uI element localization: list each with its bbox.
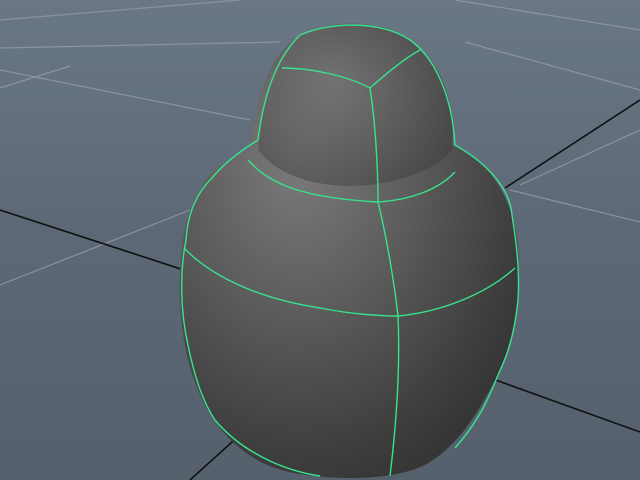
grid-line [0,209,191,286]
polygon-mesh-object[interactable] [179,23,520,478]
grid-line [0,0,241,21]
grid-line [454,0,640,31]
axis-line [0,209,191,273]
grid-line [0,41,281,49]
grid-line [509,189,640,223]
grid-line [0,65,71,89]
viewport-canvas[interactable] [0,0,640,480]
axis-line [489,377,640,433]
maya-3d-viewport[interactable] [0,0,640,480]
grid-line [0,69,251,121]
axis-line [504,99,640,189]
grid-line [464,41,640,91]
